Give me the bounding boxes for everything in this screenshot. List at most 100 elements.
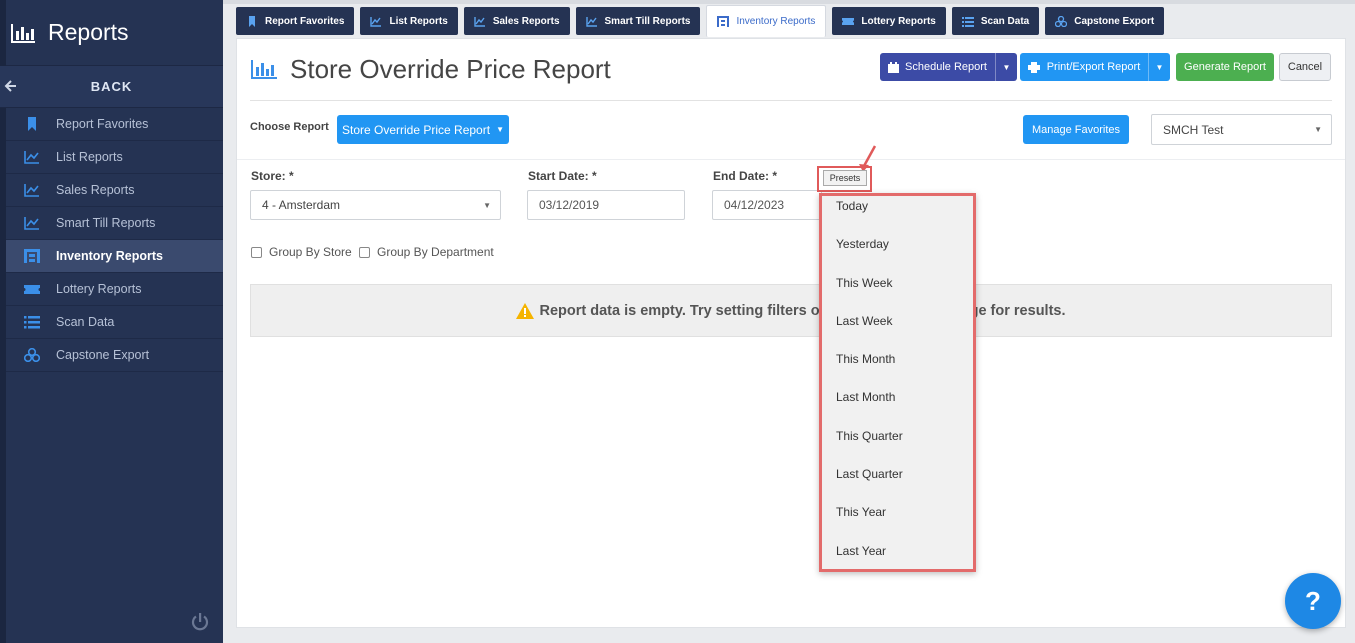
store-select-value: 4 - Amsterdam: [262, 198, 341, 212]
group-by-store-label: Group By Store: [269, 245, 352, 259]
preset-last-year[interactable]: Last Year: [836, 544, 886, 558]
tab-scan-data[interactable]: Scan Data: [951, 7, 1040, 35]
group-by-department-label: Group By Department: [377, 245, 494, 259]
printer-icon: [1027, 61, 1040, 73]
bookmark-icon: [28, 117, 36, 131]
sidebar-item-capstone-export[interactable]: Capstone Export: [0, 339, 223, 372]
tab-label: Sales Reports: [492, 15, 560, 27]
sidebar-header: Reports: [0, 0, 223, 66]
page-title: Store Override Price Report: [290, 53, 611, 84]
print-dropdown-toggle[interactable]: ▼: [1148, 53, 1170, 81]
preset-last-month[interactable]: Last Month: [836, 390, 895, 404]
presets-dropdown: Today Yesterday This Week Last Week This…: [819, 193, 976, 572]
top-border: [223, 0, 1355, 4]
alert-text-left: Report data is empty. Try setting filter…: [539, 302, 820, 319]
sidebar-item-label: Lottery Reports: [56, 282, 142, 296]
sidebar-item-label: Inventory Reports: [56, 249, 163, 263]
end-date-label: End Date: *: [713, 169, 778, 183]
line-chart-icon: [474, 16, 485, 27]
cubes-icon: [1055, 15, 1068, 27]
power-icon[interactable]: [190, 612, 210, 632]
preset-last-week[interactable]: Last Week: [836, 314, 892, 328]
sidebar-item-label: Report Favorites: [56, 117, 149, 131]
cancel-button[interactable]: Cancel: [1279, 53, 1331, 81]
sidebar-item-label: Scan Data: [56, 315, 115, 329]
sidebar-item-sales-reports[interactable]: Sales Reports: [0, 174, 223, 207]
alert-text-right: ge for results.: [969, 302, 1066, 319]
tab-label: Capstone Export: [1074, 15, 1155, 27]
tab-label: Scan Data: [980, 15, 1030, 27]
sidebar: Reports BACK Report Favorites List Repor…: [0, 0, 223, 643]
sidebar-item-lottery-reports[interactable]: Lottery Reports: [0, 273, 223, 306]
checkbox-box[interactable]: [251, 246, 262, 258]
schedule-dropdown-toggle[interactable]: ▼: [995, 53, 1017, 81]
sidebar-item-smart-till-reports[interactable]: Smart Till Reports: [0, 207, 223, 240]
report-panel: Store Override Price Report Schedule Rep…: [236, 38, 1346, 628]
sidebar-title: Reports: [48, 19, 129, 45]
calendar-icon: [888, 61, 900, 73]
ticket-icon: [24, 285, 40, 294]
sidebar-item-label: Smart Till Reports: [56, 216, 156, 230]
schedule-report-button[interactable]: Schedule Report ▼: [880, 53, 1017, 81]
preset-yesterday[interactable]: Yesterday: [836, 237, 889, 251]
help-button[interactable]: ?: [1285, 573, 1341, 629]
tab-label: Report Favorites: [265, 15, 345, 27]
group-by-store-checkbox[interactable]: Group By Store: [251, 245, 352, 259]
choose-report-label: Choose Report: [250, 121, 329, 133]
manage-favorites-button[interactable]: Manage Favorites: [1023, 115, 1129, 144]
page-header: Store Override Price Report: [250, 52, 611, 86]
tab-lottery-reports[interactable]: Lottery Reports: [832, 7, 946, 35]
list-icon: [961, 16, 974, 27]
report-tabs: Report Favorites List Reports Sales Repo…: [236, 5, 1165, 37]
preset-this-year[interactable]: This Year: [836, 505, 886, 519]
print-export-label: Print/Export Report: [1046, 61, 1141, 73]
warning-icon: [516, 302, 535, 319]
bookmark-icon: [249, 15, 255, 27]
sidebar-item-inventory-reports[interactable]: Inventory Reports: [0, 240, 223, 273]
tab-label: Lottery Reports: [861, 15, 936, 27]
print-export-button[interactable]: Print/Export Report ▼: [1020, 53, 1170, 81]
preset-this-quarter[interactable]: This Quarter: [836, 429, 903, 443]
company-select[interactable]: SMCH Test ▼: [1151, 114, 1332, 145]
sidebar-item-list-reports[interactable]: List Reports: [0, 141, 223, 174]
tab-inventory-reports[interactable]: Inventory Reports: [706, 5, 827, 37]
group-by-department-checkbox[interactable]: Group By Department: [359, 245, 494, 259]
warehouse-icon: [24, 249, 40, 263]
start-date-input[interactable]: 03/12/2019: [527, 190, 685, 220]
back-button[interactable]: BACK: [0, 66, 223, 108]
tab-sales-reports[interactable]: Sales Reports: [463, 7, 570, 35]
preset-today[interactable]: Today: [836, 199, 868, 213]
sidebar-item-label: Sales Reports: [56, 183, 135, 197]
tab-report-favorites[interactable]: Report Favorites: [236, 7, 355, 35]
chevron-down-icon: ▼: [483, 201, 491, 210]
line-chart-icon: [370, 16, 382, 27]
checkbox-box[interactable]: [359, 246, 370, 258]
tab-label: List Reports: [389, 15, 448, 27]
choose-report-dropdown[interactable]: Store Override Price Report ▼: [337, 115, 509, 144]
sidebar-item-label: List Reports: [56, 150, 123, 164]
header-divider: [250, 100, 1332, 101]
sidebar-item-report-favorites[interactable]: Report Favorites: [0, 108, 223, 141]
tab-capstone-export[interactable]: Capstone Export: [1045, 7, 1165, 35]
tab-label: Inventory Reports: [736, 16, 816, 27]
generate-report-button[interactable]: Generate Report: [1176, 53, 1274, 81]
sidebar-item-scan-data[interactable]: Scan Data: [0, 306, 223, 339]
tab-list-reports[interactable]: List Reports: [360, 7, 458, 35]
tab-smart-till-reports[interactable]: Smart Till Reports: [575, 7, 701, 35]
store-select[interactable]: 4 - Amsterdam ▼: [250, 190, 501, 220]
line-chart-icon: [24, 151, 39, 164]
end-date-input[interactable]: 04/12/2023: [712, 190, 822, 220]
line-chart-icon: [585, 16, 597, 27]
preset-last-quarter[interactable]: Last Quarter: [836, 467, 903, 481]
company-select-value: SMCH Test: [1163, 122, 1224, 137]
tab-label: Smart Till Reports: [604, 15, 691, 27]
warehouse-icon: [717, 16, 730, 27]
choose-report-value: Store Override Price Report: [342, 122, 491, 137]
bar-chart-icon: [11, 23, 35, 43]
store-label: Store: *: [251, 169, 294, 183]
cubes-icon: [24, 348, 40, 362]
preset-this-week[interactable]: This Week: [836, 276, 892, 290]
schedule-report-label: Schedule Report: [905, 61, 987, 73]
preset-this-month[interactable]: This Month: [836, 352, 895, 366]
start-date-label: Start Date: *: [528, 169, 597, 183]
